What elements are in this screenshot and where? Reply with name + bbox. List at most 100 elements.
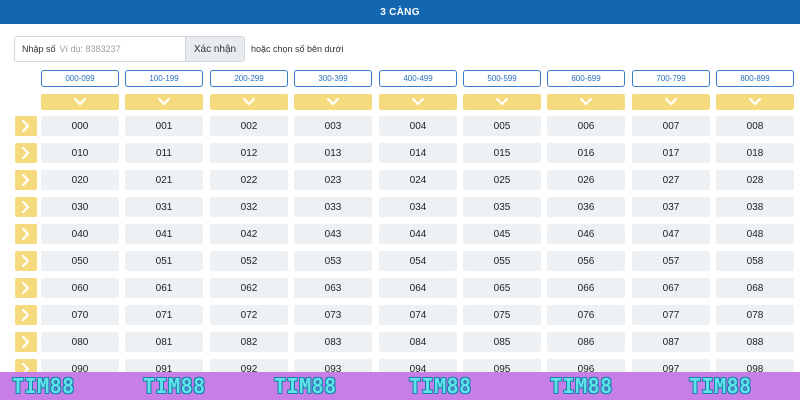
number-cell[interactable]: 088 bbox=[716, 332, 794, 352]
number-cell[interactable]: 042 bbox=[210, 224, 288, 244]
number-cell[interactable]: 052 bbox=[210, 251, 288, 271]
number-cell[interactable]: 057 bbox=[632, 251, 710, 271]
row-select-button[interactable] bbox=[15, 332, 37, 352]
range-tab-100-199[interactable]: 100-199 bbox=[125, 70, 203, 87]
number-cell[interactable]: 001 bbox=[125, 116, 203, 136]
column-select-button[interactable] bbox=[379, 94, 457, 110]
number-cell[interactable]: 036 bbox=[547, 197, 625, 217]
number-cell[interactable]: 056 bbox=[547, 251, 625, 271]
number-cell[interactable]: 071 bbox=[125, 305, 203, 325]
range-tab-200-299[interactable]: 200-299 bbox=[210, 70, 288, 87]
number-cell[interactable]: 028 bbox=[716, 170, 794, 190]
number-cell[interactable]: 018 bbox=[716, 143, 794, 163]
row-select-button[interactable] bbox=[15, 197, 37, 217]
number-cell[interactable]: 044 bbox=[379, 224, 457, 244]
number-cell[interactable]: 067 bbox=[632, 278, 710, 298]
number-cell[interactable]: 024 bbox=[379, 170, 457, 190]
column-select-button[interactable] bbox=[210, 94, 288, 110]
range-tab-700-799[interactable]: 700-799 bbox=[632, 70, 710, 87]
number-cell[interactable]: 043 bbox=[294, 224, 372, 244]
number-cell[interactable]: 026 bbox=[547, 170, 625, 190]
number-cell[interactable]: 011 bbox=[125, 143, 203, 163]
number-cell[interactable]: 066 bbox=[547, 278, 625, 298]
number-input-box[interactable]: Nhập số bbox=[14, 36, 185, 62]
range-tab-500-599[interactable]: 500-599 bbox=[463, 70, 541, 87]
number-cell[interactable]: 073 bbox=[294, 305, 372, 325]
number-cell[interactable]: 060 bbox=[41, 278, 119, 298]
row-select-button[interactable] bbox=[15, 251, 37, 271]
number-cell[interactable]: 082 bbox=[210, 332, 288, 352]
number-cell[interactable]: 053 bbox=[294, 251, 372, 271]
number-cell[interactable]: 012 bbox=[210, 143, 288, 163]
number-input[interactable] bbox=[59, 44, 170, 54]
number-cell[interactable]: 034 bbox=[379, 197, 457, 217]
number-cell[interactable]: 000 bbox=[41, 116, 119, 136]
number-cell[interactable]: 008 bbox=[716, 116, 794, 136]
number-cell[interactable]: 025 bbox=[463, 170, 541, 190]
number-cell[interactable]: 005 bbox=[463, 116, 541, 136]
number-cell[interactable]: 046 bbox=[547, 224, 625, 244]
number-cell[interactable]: 035 bbox=[463, 197, 541, 217]
number-cell[interactable]: 084 bbox=[379, 332, 457, 352]
number-cell[interactable]: 086 bbox=[547, 332, 625, 352]
number-cell[interactable]: 068 bbox=[716, 278, 794, 298]
column-select-button[interactable] bbox=[294, 94, 372, 110]
number-cell[interactable]: 075 bbox=[463, 305, 541, 325]
confirm-button[interactable]: Xác nhận bbox=[185, 36, 245, 62]
number-cell[interactable]: 037 bbox=[632, 197, 710, 217]
number-cell[interactable]: 051 bbox=[125, 251, 203, 271]
number-cell[interactable]: 058 bbox=[716, 251, 794, 271]
range-tab-400-499[interactable]: 400-499 bbox=[379, 70, 457, 87]
number-cell[interactable]: 087 bbox=[632, 332, 710, 352]
row-select-button[interactable] bbox=[15, 116, 37, 136]
column-select-button[interactable] bbox=[41, 94, 119, 110]
number-cell[interactable]: 003 bbox=[294, 116, 372, 136]
number-cell[interactable]: 076 bbox=[547, 305, 625, 325]
number-cell[interactable]: 027 bbox=[632, 170, 710, 190]
number-cell[interactable]: 006 bbox=[547, 116, 625, 136]
column-select-button[interactable] bbox=[547, 94, 625, 110]
column-select-button[interactable] bbox=[125, 94, 203, 110]
number-cell[interactable]: 055 bbox=[463, 251, 541, 271]
number-cell[interactable]: 074 bbox=[379, 305, 457, 325]
number-cell[interactable]: 016 bbox=[547, 143, 625, 163]
column-select-button[interactable] bbox=[463, 94, 541, 110]
number-cell[interactable]: 081 bbox=[125, 332, 203, 352]
column-select-button[interactable] bbox=[716, 94, 794, 110]
row-select-button[interactable] bbox=[15, 278, 37, 298]
number-cell[interactable]: 077 bbox=[632, 305, 710, 325]
number-cell[interactable]: 064 bbox=[379, 278, 457, 298]
number-cell[interactable]: 015 bbox=[463, 143, 541, 163]
number-cell[interactable]: 050 bbox=[41, 251, 119, 271]
number-cell[interactable]: 078 bbox=[716, 305, 794, 325]
number-cell[interactable]: 038 bbox=[716, 197, 794, 217]
number-cell[interactable]: 007 bbox=[632, 116, 710, 136]
number-cell[interactable]: 063 bbox=[294, 278, 372, 298]
number-cell[interactable]: 032 bbox=[210, 197, 288, 217]
number-cell[interactable]: 062 bbox=[210, 278, 288, 298]
row-select-button[interactable] bbox=[15, 170, 37, 190]
number-cell[interactable]: 083 bbox=[294, 332, 372, 352]
number-cell[interactable]: 004 bbox=[379, 116, 457, 136]
number-cell[interactable]: 013 bbox=[294, 143, 372, 163]
row-select-button[interactable] bbox=[15, 224, 37, 244]
row-select-button[interactable] bbox=[15, 305, 37, 325]
range-tab-000-099[interactable]: 000-099 bbox=[41, 70, 119, 87]
number-cell[interactable]: 061 bbox=[125, 278, 203, 298]
number-cell[interactable]: 054 bbox=[379, 251, 457, 271]
number-cell[interactable]: 080 bbox=[41, 332, 119, 352]
number-cell[interactable]: 045 bbox=[463, 224, 541, 244]
number-cell[interactable]: 022 bbox=[210, 170, 288, 190]
row-select-button[interactable] bbox=[15, 143, 37, 163]
range-tab-800-899[interactable]: 800-899 bbox=[716, 70, 794, 87]
number-cell[interactable]: 020 bbox=[41, 170, 119, 190]
number-cell[interactable]: 033 bbox=[294, 197, 372, 217]
number-cell[interactable]: 031 bbox=[125, 197, 203, 217]
number-cell[interactable]: 010 bbox=[41, 143, 119, 163]
number-cell[interactable]: 048 bbox=[716, 224, 794, 244]
number-cell[interactable]: 070 bbox=[41, 305, 119, 325]
number-cell[interactable]: 014 bbox=[379, 143, 457, 163]
number-cell[interactable]: 072 bbox=[210, 305, 288, 325]
range-tab-600-699[interactable]: 600-699 bbox=[547, 70, 625, 87]
number-cell[interactable]: 021 bbox=[125, 170, 203, 190]
